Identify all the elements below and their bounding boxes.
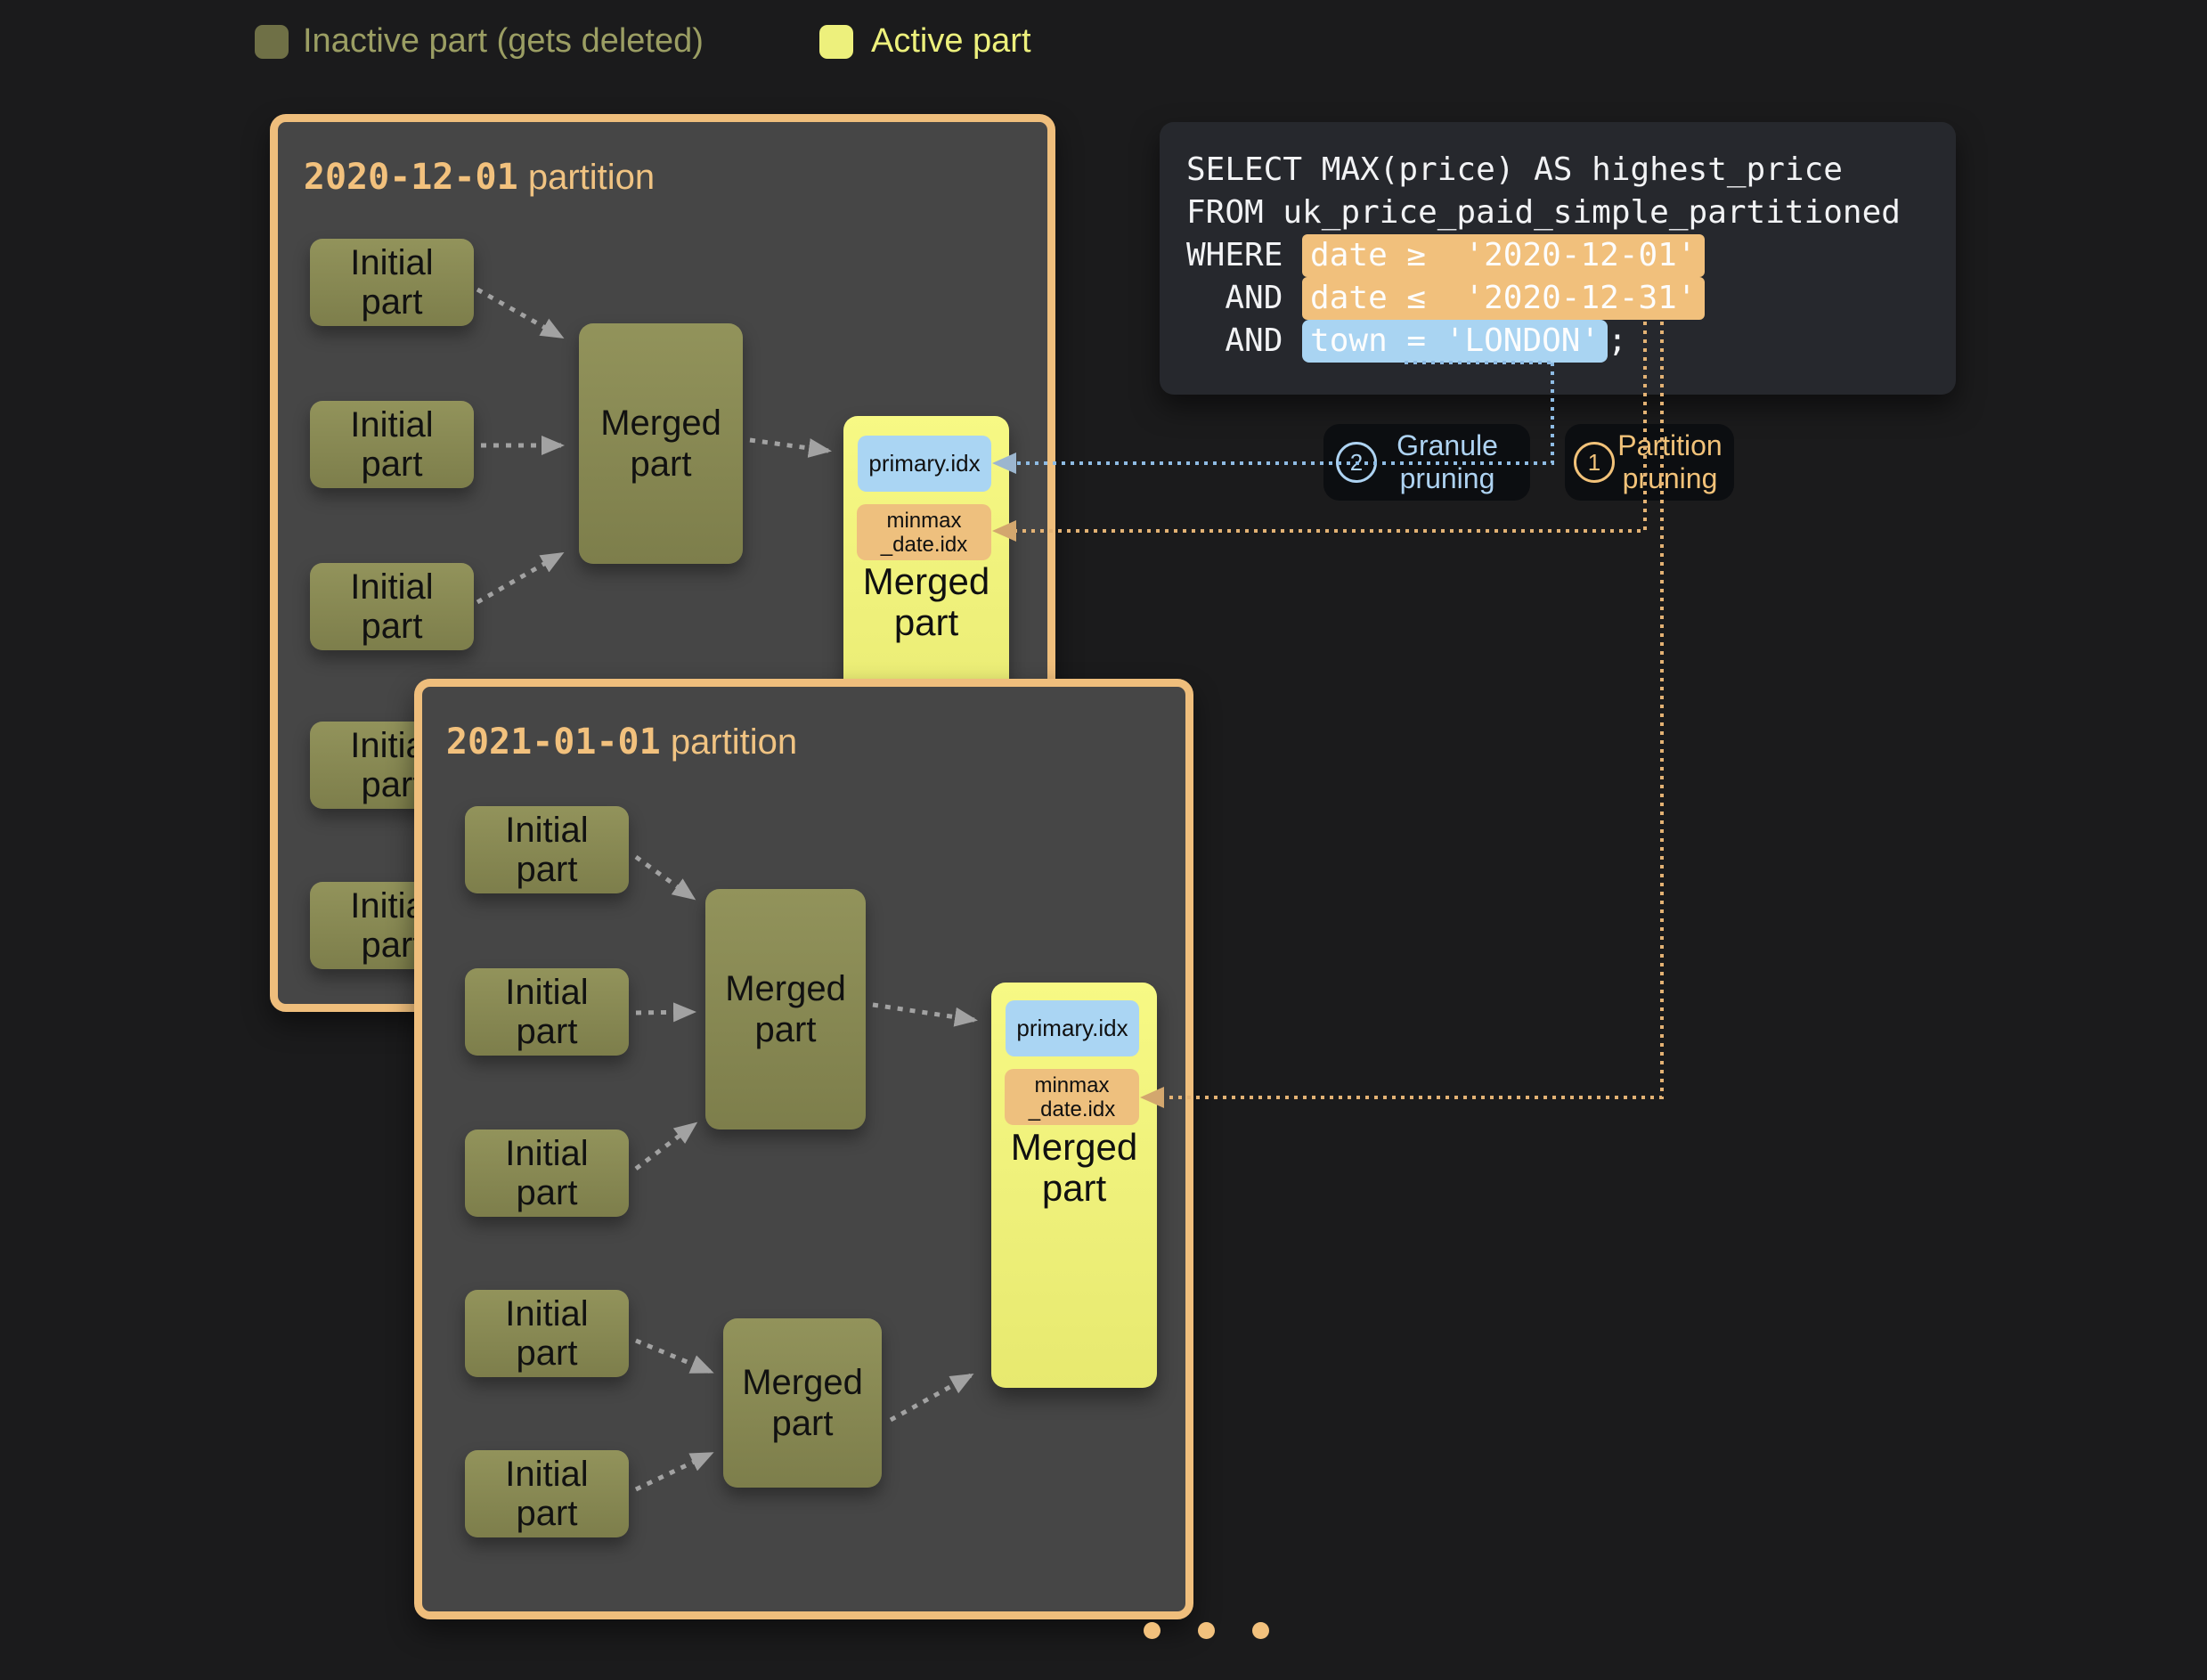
p1-merged-part: Merged part bbox=[579, 323, 743, 564]
legend-inactive-label: Inactive part (gets deleted) bbox=[303, 21, 704, 61]
granule-line1: Granule bbox=[1377, 429, 1518, 462]
p1-initial-part-1: Initial part bbox=[310, 239, 474, 326]
granule-pruning-label: 2 Granule pruning bbox=[1323, 424, 1530, 501]
p2-primary-idx-label: primary.idx bbox=[1016, 1015, 1128, 1042]
partition-line2: pruning bbox=[1615, 462, 1725, 495]
p1-primary-idx-chip: primary.idx bbox=[858, 436, 991, 492]
circled-2-icon: 2 bbox=[1336, 442, 1377, 483]
p2-minmax-line1: minmax bbox=[1034, 1073, 1109, 1097]
sql-from-text: FROM uk_price_paid_simple_partitioned bbox=[1186, 194, 1901, 231]
p2-initial-part-5: Initial part bbox=[465, 1450, 629, 1537]
p2-merged-part-1: Merged part bbox=[705, 889, 866, 1130]
p2-initial-part-1: Initial part bbox=[465, 806, 629, 893]
p2-initial-part-1-label: Initial part bbox=[489, 811, 605, 889]
p1-minmax-date-idx-chip: minmax _date.idx bbox=[857, 504, 991, 560]
legend-active-label: Active part bbox=[871, 21, 1031, 61]
p2-minmax-line2: _date.idx bbox=[1029, 1097, 1115, 1121]
p1-minmax-line2: _date.idx bbox=[881, 533, 967, 557]
circled-1-icon: 1 bbox=[1574, 442, 1615, 483]
p1-initial-part-1-label: Initial part bbox=[334, 243, 450, 322]
sql-where-date-ge-highlight: date ≥ '2020-12-01' bbox=[1302, 234, 1704, 277]
carousel-dot-3[interactable] bbox=[1252, 1622, 1269, 1639]
p2-initial-part-4: Initial part bbox=[465, 1290, 629, 1377]
granule-line2: pruning bbox=[1377, 462, 1518, 495]
partition-pruning-label: 1 Partition pruning bbox=[1565, 424, 1734, 501]
p2-active-merged-label-text: Merged part bbox=[1003, 1127, 1145, 1209]
legend-active-swatch bbox=[819, 25, 853, 59]
p2-initial-part-4-label: Initial part bbox=[489, 1294, 605, 1373]
sql-and1-keyword: AND bbox=[1186, 280, 1302, 316]
p1-active-merged-label: Merged part bbox=[843, 561, 1009, 643]
p1-merged-part-label: Merged part bbox=[594, 403, 728, 485]
p2-active-merged-label: Merged part bbox=[991, 1127, 1157, 1209]
p2-initial-part-3: Initial part bbox=[465, 1130, 629, 1217]
sql-line-where: WHERE date ≥ '2020-12-01' bbox=[1186, 234, 1956, 277]
partition-1-suffix: partition bbox=[518, 158, 655, 197]
p2-initial-part-5-label: Initial part bbox=[489, 1455, 605, 1533]
sql-query-box: SELECT MAX(price) AS highest_price FROM … bbox=[1160, 122, 1956, 395]
p2-merged-part-1-label: Merged part bbox=[719, 968, 852, 1050]
sql-line-and-2: AND town = 'LONDON'; bbox=[1186, 320, 1956, 363]
legend-inactive-swatch bbox=[255, 25, 289, 59]
sql-select-text: SELECT MAX(price) AS highest_price bbox=[1186, 151, 1843, 188]
sql-semicolon: ; bbox=[1608, 322, 1627, 359]
partition-line1: Partition bbox=[1615, 429, 1725, 462]
partition-1-title: 2020-12-01 partition bbox=[296, 141, 655, 198]
carousel-dot-2[interactable] bbox=[1198, 1622, 1215, 1639]
p2-active-merged-part: primary.idx minmax _date.idx Merged part bbox=[991, 983, 1157, 1388]
sql-where-keyword: WHERE bbox=[1186, 237, 1302, 273]
sql-line-select: SELECT MAX(price) AS highest_price bbox=[1186, 149, 1956, 192]
sql-and2-keyword: AND bbox=[1186, 322, 1302, 359]
sql-line-and-1: AND date ≤ '2020-12-31' bbox=[1186, 277, 1956, 320]
partition-2-date: 2021-01-01 bbox=[446, 722, 661, 763]
p1-primary-idx-label: primary.idx bbox=[868, 450, 980, 477]
p1-initial-part-2-label: Initial part bbox=[334, 405, 450, 484]
p2-initial-part-2: Initial part bbox=[465, 968, 629, 1056]
carousel-dot-1[interactable] bbox=[1144, 1622, 1161, 1639]
sql-line-from: FROM uk_price_paid_simple_partitioned bbox=[1186, 192, 1956, 234]
sql-and-date-le-highlight: date ≤ '2020-12-31' bbox=[1302, 277, 1704, 320]
p2-initial-part-3-label: Initial part bbox=[489, 1134, 605, 1212]
p2-minmax-date-idx-chip: minmax _date.idx bbox=[1005, 1069, 1139, 1125]
partition-pruning-text: Partition pruning bbox=[1615, 429, 1725, 495]
p1-minmax-line1: minmax bbox=[886, 509, 961, 533]
p2-initial-part-2-label: Initial part bbox=[489, 973, 605, 1051]
partition-1-date: 2020-12-01 bbox=[304, 157, 518, 198]
p2-merged-part-2: Merged part bbox=[723, 1318, 882, 1488]
p2-primary-idx-chip: primary.idx bbox=[1006, 1000, 1139, 1056]
partition-2-suffix: partition bbox=[661, 722, 797, 762]
partition-2-title: 2021-01-01 partition bbox=[438, 705, 797, 763]
p1-initial-part-2: Initial part bbox=[310, 401, 474, 488]
p1-initial-part-3-label: Initial part bbox=[334, 567, 450, 646]
p2-merged-part-2-label: Merged part bbox=[736, 1362, 869, 1444]
sql-town-london-highlight: town = 'LONDON' bbox=[1302, 320, 1608, 363]
p1-initial-part-3: Initial part bbox=[310, 563, 474, 650]
p1-active-merged-label-text: Merged part bbox=[855, 561, 998, 643]
granule-pruning-text: Granule pruning bbox=[1377, 429, 1518, 495]
